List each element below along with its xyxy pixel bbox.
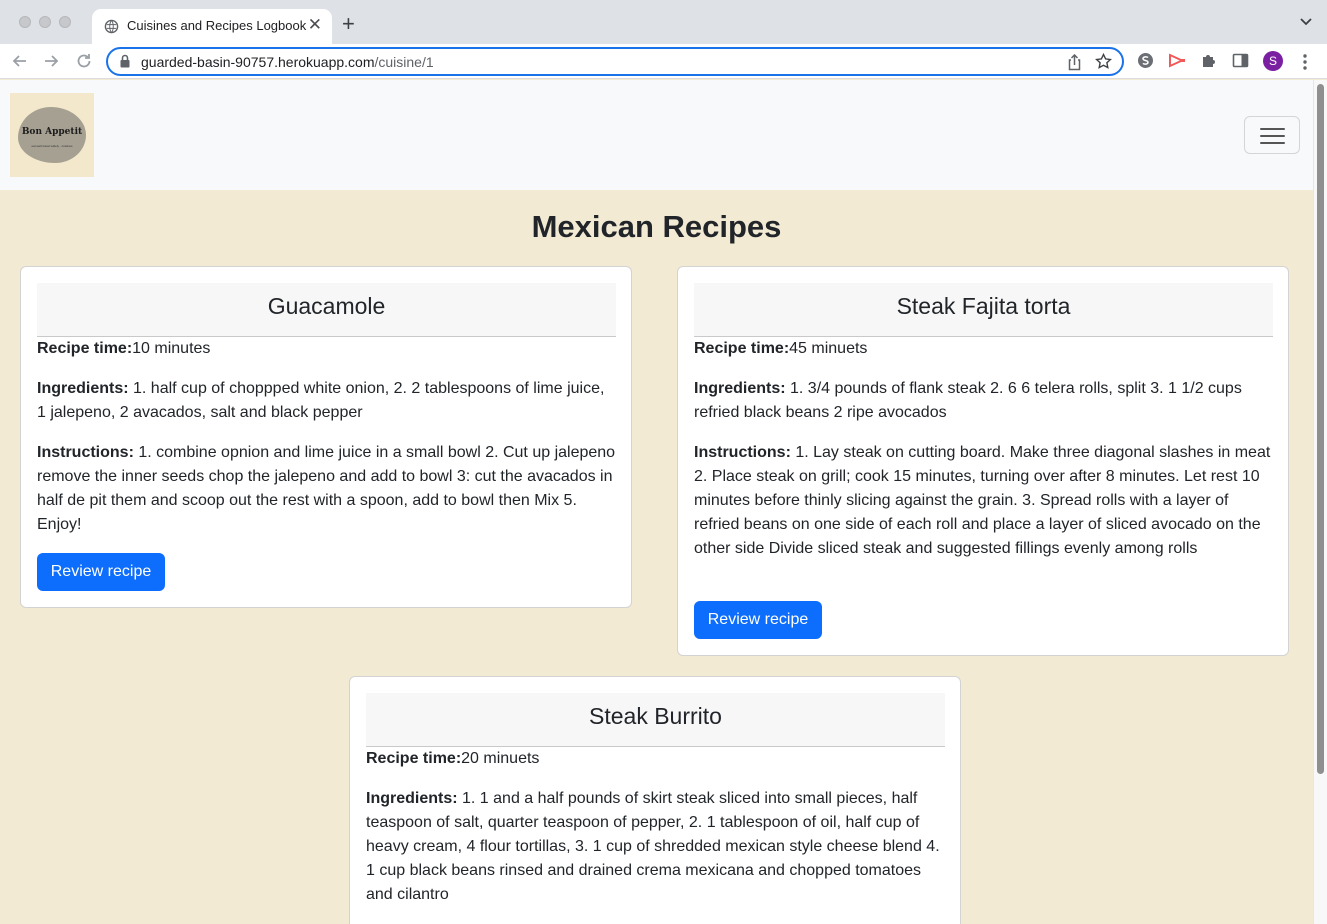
- recipe-time-label: Recipe time:: [37, 340, 133, 357]
- bon-appetit-logo[interactable]: Bon Appetit eat well travel widely · cui…: [10, 93, 94, 177]
- extension-play-icon[interactable]: [1168, 52, 1186, 69]
- hamburger-line: [1260, 135, 1285, 137]
- address-bar[interactable]: guarded-basin-90757.herokuapp.com/cuisin…: [106, 47, 1124, 76]
- logo-tagline: eat well travel widely · cuisines: [31, 144, 73, 148]
- recipe-time: Recipe time:10 minutes: [37, 337, 616, 361]
- window-minimize-dot[interactable]: [39, 16, 51, 28]
- recipe-ingredients: Ingredients: 1. half cup of choppped whi…: [37, 377, 616, 425]
- lock-icon[interactable]: [119, 54, 131, 69]
- navbar-toggler-button[interactable]: [1244, 116, 1300, 154]
- review-recipe-button[interactable]: Review recipe: [694, 601, 822, 639]
- bookmark-star-icon[interactable]: [1095, 53, 1112, 70]
- window-close-dot[interactable]: [19, 16, 31, 28]
- page-scrollbar[interactable]: [1313, 80, 1327, 924]
- logo-text: Bon Appetit: [21, 127, 83, 137]
- browser-tabstrip: Cuisines and Recipes Logbook ✕ +: [0, 0, 1327, 44]
- ingredients-label: Ingredients:: [694, 380, 786, 397]
- recipe-time: Recipe time:20 minuets: [366, 747, 945, 771]
- recipe-body: Recipe time:20 minuets Ingredients: 1. 1…: [366, 747, 945, 907]
- recipe-ingredients: Ingredients: 1. 3/4 pounds of flank stea…: [694, 377, 1273, 425]
- browser-toolbar: guarded-basin-90757.herokuapp.com/cuisin…: [0, 44, 1327, 79]
- hamburger-line: [1260, 142, 1285, 144]
- recipe-time-value: 10 minutes: [132, 340, 211, 357]
- recipe-time-value: 45 minuets: [789, 340, 868, 357]
- instructions-label: Instructions:: [37, 444, 134, 461]
- recipe-title: Steak Fajita torta: [694, 283, 1273, 337]
- recipe-body: Recipe time:45 minuets Ingredients: 1. 3…: [694, 337, 1273, 561]
- url-path: /cuisine/1: [374, 54, 434, 70]
- window-zoom-dot[interactable]: [59, 16, 71, 28]
- browser-tab-active[interactable]: Cuisines and Recipes Logbook ✕: [92, 9, 332, 44]
- hamburger-line: [1260, 128, 1285, 130]
- ingredients-label: Ingredients:: [366, 790, 458, 807]
- recipe-time-value: 20 minuets: [461, 750, 540, 767]
- url-host: guarded-basin-90757.herokuapp.com: [141, 54, 375, 70]
- extensions-puzzle-icon[interactable]: [1200, 52, 1217, 69]
- recipe-time-label: Recipe time:: [694, 340, 790, 357]
- profile-avatar[interactable]: S: [1263, 51, 1283, 71]
- recipe-card-guacamole: Guacamole Recipe time:10 minutes Ingredi…: [20, 266, 632, 608]
- site-navbar: Bon Appetit eat well travel widely · cui…: [0, 80, 1313, 190]
- recipe-title: Steak Burrito: [366, 693, 945, 747]
- browser-menu-icon[interactable]: [1302, 53, 1308, 71]
- instructions-label: Instructions:: [694, 444, 791, 461]
- recipe-card-steak-burrito: Steak Burrito Recipe time:20 minuets Ing…: [349, 676, 961, 924]
- review-recipe-button[interactable]: Review recipe: [37, 553, 165, 591]
- tab-title: Cuisines and Recipes Logbook: [127, 18, 307, 33]
- forward-arrow-icon[interactable]: [42, 52, 60, 70]
- recipe-ingredients: Ingredients: 1. 1 and a half pounds of s…: [366, 787, 945, 907]
- new-tab-button[interactable]: +: [342, 12, 355, 36]
- recipe-time-label: Recipe time:: [366, 750, 462, 767]
- ingredients-label: Ingredients:: [37, 380, 129, 397]
- reload-icon[interactable]: [75, 52, 93, 70]
- side-panel-icon[interactable]: [1232, 52, 1249, 69]
- recipe-title: Guacamole: [37, 283, 616, 337]
- tab-search-chevron-icon[interactable]: [1299, 14, 1313, 28]
- globe-icon: [104, 19, 119, 34]
- recipe-body: Recipe time:10 minutes Ingredients: 1. h…: [37, 337, 616, 537]
- back-arrow-icon[interactable]: [11, 52, 29, 70]
- extension-s-icon[interactable]: [1137, 52, 1154, 69]
- page-title: Mexican Recipes: [531, 209, 782, 244]
- share-icon[interactable]: [1067, 54, 1082, 71]
- recipe-time: Recipe time:45 minuets: [694, 337, 1273, 361]
- recipe-instructions: Instructions: 1. combine opnion and lime…: [37, 441, 616, 537]
- recipe-instructions: Instructions: 1. Lay steak on cutting bo…: [694, 441, 1273, 561]
- recipe-card-steak-fajita-torta: Steak Fajita torta Recipe time:45 minuet…: [677, 266, 1289, 656]
- url-text: guarded-basin-90757.herokuapp.com/cuisin…: [141, 54, 434, 70]
- scrollbar-thumb[interactable]: [1317, 84, 1324, 774]
- tab-close-icon[interactable]: ✕: [308, 15, 322, 35]
